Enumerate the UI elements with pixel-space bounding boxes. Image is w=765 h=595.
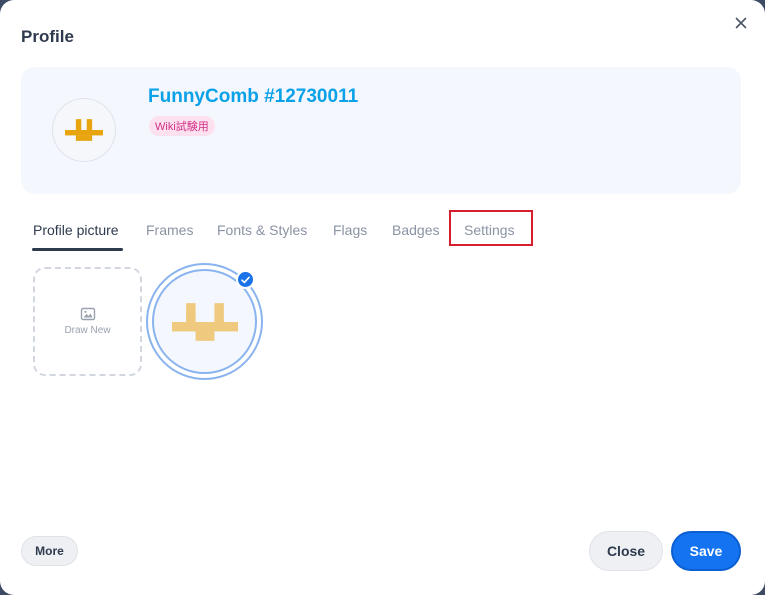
pixel-avatar-icon	[171, 302, 238, 341]
active-tab-indicator	[32, 248, 123, 251]
close-button[interactable]: Close	[589, 531, 663, 571]
profile-header-card: FunnyComb #12730011 Wiki試験用	[21, 67, 741, 194]
more-button[interactable]: More	[21, 536, 78, 566]
tab-fonts-styles[interactable]: Fonts & Styles	[217, 222, 307, 238]
tab-settings[interactable]: Settings	[464, 222, 515, 238]
pixel-avatar-icon	[65, 119, 103, 141]
image-icon	[80, 307, 95, 321]
close-dialog-button[interactable]	[730, 12, 752, 34]
profile-dialog: Profile FunnyComb #12730011 Wiki試験用 Prof…	[0, 0, 765, 595]
tab-flags[interactable]: Flags	[333, 222, 367, 238]
profile-tabs: Profile picture Frames Fonts & Styles Fl…	[21, 210, 741, 252]
draw-new-button[interactable]: Draw New	[33, 267, 142, 376]
avatar	[52, 98, 116, 162]
dialog-title: Profile	[21, 27, 74, 46]
tab-badges[interactable]: Badges	[392, 222, 439, 238]
user-name: FunnyComb #12730011	[148, 86, 359, 107]
draw-new-label: Draw New	[64, 325, 111, 336]
user-badge: Wiki試験用	[149, 116, 215, 136]
tab-profile-picture[interactable]: Profile picture	[33, 222, 119, 238]
save-button[interactable]: Save	[671, 531, 741, 571]
tab-frames[interactable]: Frames	[146, 222, 193, 238]
checkmark-icon	[236, 270, 255, 289]
close-icon	[735, 17, 747, 29]
